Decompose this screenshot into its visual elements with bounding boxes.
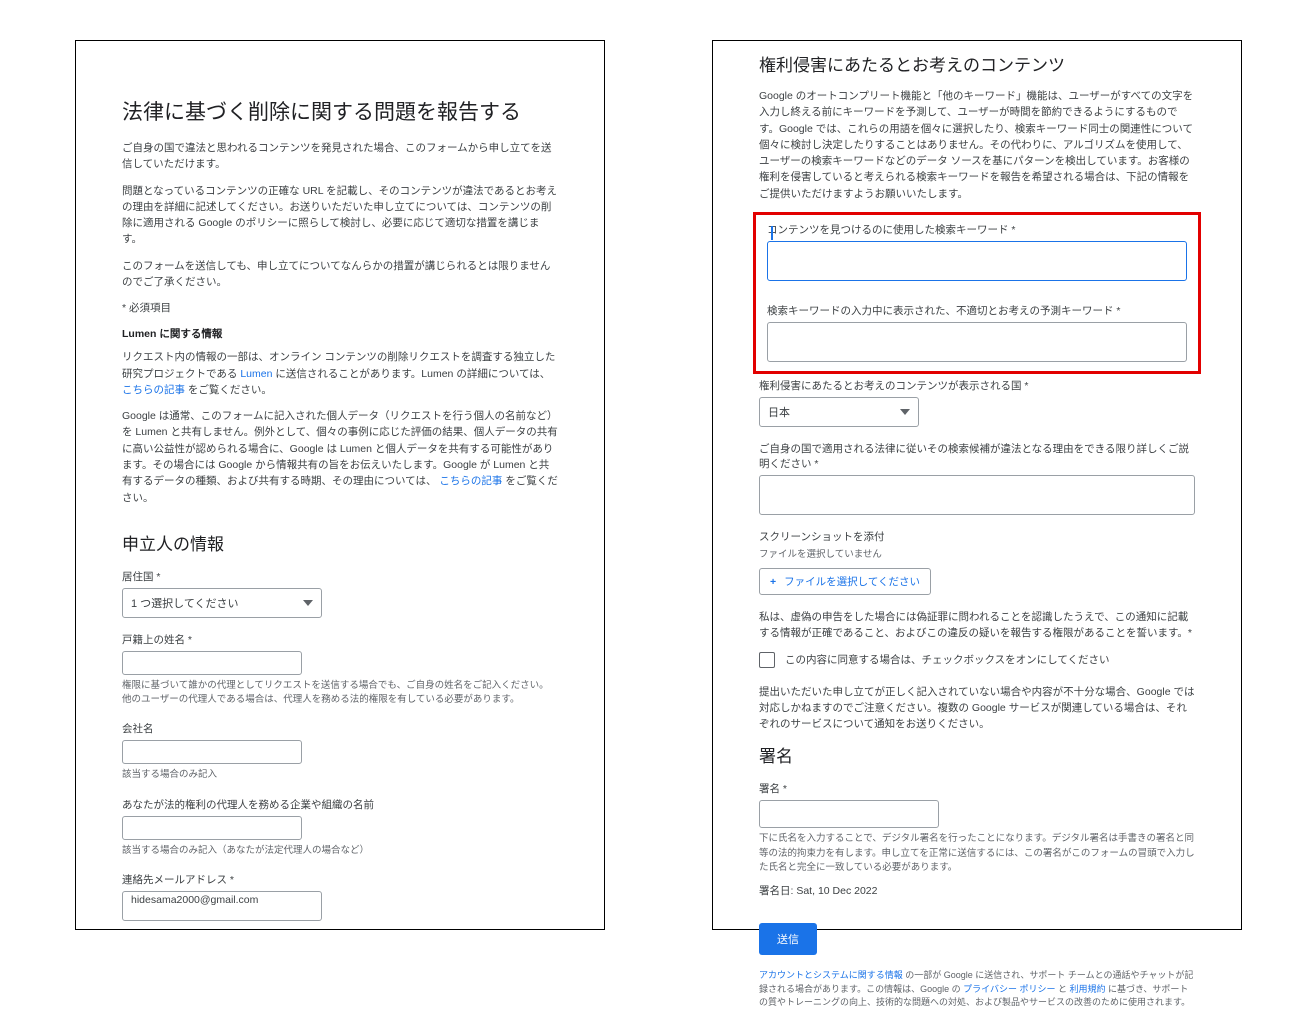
email-label: 連絡先メールアドレス * <box>122 872 558 887</box>
submit-note: 提出いただいた申し立てが正しく記入されていない場合や内容が不十分な場合、Goog… <box>759 684 1195 733</box>
footer-privacy-note: アカウントとシステムに関する情報 の一部が Google に送信され、サポート … <box>759 969 1195 1010</box>
canvas: 法律に基づく削除に関する問題を報告する ご自身の国で違法と思われるコンテンツを発… <box>0 0 1299 938</box>
country-select-value: 1 つ選択してください <box>131 595 239 611</box>
reason-textarea[interactable] <box>759 475 1195 515</box>
country-select[interactable]: 1 つ選択してください <box>122 588 322 618</box>
intro-paragraph-2: 問題となっているコンテンツの正確な URL を記載し、そのコンテンツが違法である… <box>122 183 558 248</box>
signature-heading: 署名 <box>759 742 1195 767</box>
lumen-p1-text-c: をご覧ください。 <box>188 384 272 396</box>
legalname-label: 戸籍上の姓名 * <box>122 632 558 647</box>
kw-pred-label: 検索キーワードの入力中に表示された、不適切とお考えの予測キーワード * <box>767 303 1187 318</box>
lumen-paragraph-2: Google は通常、このフォームに記入された個人データ（リクエストを行う個人の… <box>122 408 558 506</box>
kw-used-label: コンテンツを見つけるのに使用した検索キーワード * <box>767 222 1187 237</box>
lumen-article-link-1[interactable]: こちらの記事 <box>122 384 185 396</box>
display-country-value: 日本 <box>768 404 790 420</box>
lumen-article-link-2[interactable]: こちらの記事 <box>439 475 502 487</box>
focus-indicator <box>771 226 773 240</box>
infringing-content-heading: 権利侵害にあたるとお考えのコンテンツ <box>759 51 1195 76</box>
lumen-paragraph-1: リクエスト内の情報の一部は、オンライン コンテンツの削除リクエストを調査する独立… <box>122 349 558 398</box>
consent-text: この内容に同意する場合は、チェックボックスをオンにしてください <box>785 652 1110 667</box>
intro-paragraph-3: このフォームを送信しても、申し立てについてなんらかの措置が講じられるとは限りませ… <box>122 258 558 291</box>
reason-label: ご自身の国で適用される法律に従いその検索候補が違法となる理由をできる限り詳しくご… <box>759 441 1195 471</box>
signature-date: 署名日: Sat, 10 Dec 2022 <box>759 883 1195 899</box>
consent-checkbox[interactable] <box>759 652 775 668</box>
signature-date-label: 署名日: <box>759 885 796 897</box>
signature-label: 署名 * <box>759 781 1195 796</box>
privacy-policy-link[interactable]: プライバシー ポリシー <box>963 984 1055 994</box>
file-none-text: ファイルを選択していません <box>759 548 1195 562</box>
caret-down-icon <box>900 409 910 415</box>
highlighted-keyword-block: コンテンツを見つけるのに使用した検索キーワード * 検索キーワードの入力中に表示… <box>753 212 1201 374</box>
page-title: 法律に基づく削除に関する問題を報告する <box>122 96 558 126</box>
company-label: 会社名 <box>122 721 558 736</box>
display-country-label: 権利侵害にあたるとお考えのコンテンツが表示される国 * <box>759 378 1195 393</box>
required-fields-note: * 必須項目 <box>122 300 558 316</box>
intro-paragraph-1: ご自身の国で違法と思われるコンテンツを発見された場合、このフォームから申し立てを… <box>122 140 558 173</box>
signature-input[interactable] <box>759 800 939 828</box>
right-form-panel: 権利侵害にあたるとお考えのコンテンツ Google のオートコンプリート機能と「… <box>712 40 1242 930</box>
lumen-p1-text-b: に送信されることがあります。Lumen の詳細については、 <box>275 368 550 380</box>
agent-input[interactable] <box>122 816 302 840</box>
agent-label: あなたが法的権利の代理人を務める企業や組織の名前 <box>122 797 558 812</box>
acknowledgement-text: 私は、虚偽の申告をした場合には偽証罪に問われることを認識したうえで、この通知に記… <box>759 609 1195 642</box>
submit-button[interactable]: 送信 <box>759 923 817 955</box>
terms-link[interactable]: 利用規約 <box>1070 984 1106 994</box>
signature-date-value: Sat, 10 Dec 2022 <box>796 885 877 897</box>
left-form-panel: 法律に基づく削除に関する問題を報告する ご自身の国で違法と思われるコンテンツを発… <box>75 40 605 930</box>
lumen-link[interactable]: Lumen <box>240 368 272 380</box>
display-country-select[interactable]: 日本 <box>759 397 919 427</box>
kw-pred-textarea[interactable] <box>767 322 1187 362</box>
account-system-info-link[interactable]: アカウントとシステムに関する情報 <box>759 970 903 980</box>
applicant-section-heading: 申立人の情報 <box>122 530 558 555</box>
plus-icon: + <box>770 576 776 588</box>
lumen-heading: Lumen に関する情報 <box>122 326 558 341</box>
screenshot-label: スクリーンショットを添付 <box>759 529 1195 544</box>
autocomplete-description: Google のオートコンプリート機能と「他のキーワード」機能は、ユーザーがすべ… <box>759 88 1195 202</box>
company-input[interactable] <box>122 740 302 764</box>
footer-text-c: と <box>1058 984 1067 994</box>
caret-down-icon <box>303 600 313 606</box>
company-hint: 該当する場合のみ記入 <box>122 768 558 782</box>
agent-hint: 該当する場合のみ記入（あなたが法定代理人の場合など） <box>122 844 558 858</box>
consent-checkbox-row[interactable]: この内容に同意する場合は、チェックボックスをオンにしてください <box>759 652 1195 668</box>
choose-file-button[interactable]: + ファイルを選択してください <box>759 568 931 595</box>
email-input[interactable]: hidesama2000@gmail.com <box>122 891 322 921</box>
legalname-input[interactable] <box>122 651 302 675</box>
legalname-hint: 権限に基づいて誰かの代理としてリクエストを送信する場合でも、ご自身の姓名をご記入… <box>122 679 558 708</box>
signature-hint: 下に氏名を入力することで、デジタル署名を行ったことになります。デジタル署名は手書… <box>759 832 1195 875</box>
country-label: 居住国 * <box>122 569 558 584</box>
choose-file-label: ファイルを選択してください <box>784 574 920 589</box>
kw-used-textarea[interactable] <box>767 241 1187 281</box>
